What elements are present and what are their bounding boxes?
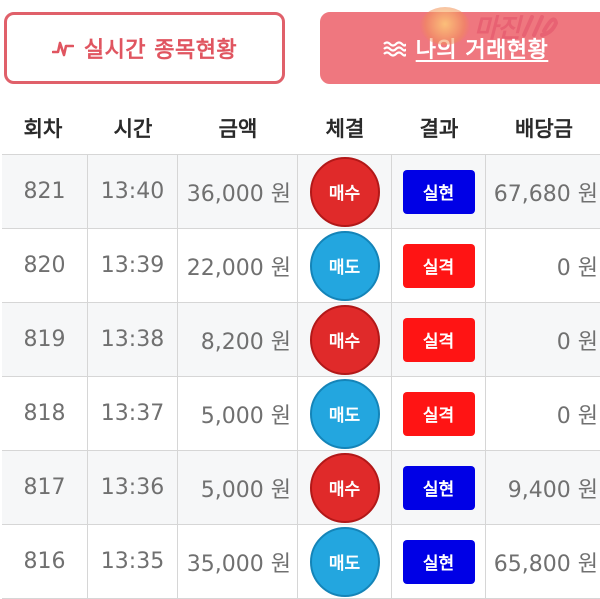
header-round: 회차 [23,117,63,141]
cell-round: 818 [2,377,88,450]
cell-payout: 0 원 [556,255,598,281]
cell-round: 819 [2,303,88,376]
tab-my-trades-label: 나의 거래현황 [415,38,549,63]
cell-result: 실현 [392,525,486,598]
cell-trade: 매도 [298,377,392,450]
cell-result: 실현 [392,451,486,524]
table-row: 816 13:35 35,000 원 매도 실현 65,800 원 [2,525,600,599]
cell-payout: 0 원 [556,329,598,355]
header-time: 시간 [113,117,153,141]
cell-round: 821 [2,155,88,228]
cell-result: 실격 [392,303,486,376]
tab-realtime-status[interactable]: 실시간 종목현황 [4,12,285,84]
trade-buy-badge: 매수 [309,156,380,227]
result-win-badge: 실현 [402,169,475,214]
cell-time: 13:36 [88,451,178,524]
table-row: 819 13:38 8,200 원 매수 실격 0 원 [2,303,600,377]
wave-lines-icon [382,39,406,57]
cell-time: 13:38 [88,303,178,376]
header-payout: 배당금 [515,117,573,141]
pulse-icon [51,38,74,58]
cell-payout: 67,680 원 [493,181,598,207]
cell-round: 816 [2,525,88,598]
trade-sell-badge: 매도 [309,378,380,449]
header-trade: 체결 [325,117,365,141]
cell-time: 13:37 [88,377,178,450]
cell-amount: 5,000 원 [178,377,298,450]
table-row: 817 13:36 5,000 원 매수 실현 9,400 원 [2,451,600,525]
trade-table: 821 13:40 36,000 원 매수 실현 67,680 원 820 13… [2,154,600,599]
trade-sell-badge: 매도 [309,526,380,597]
table-row: 821 13:40 36,000 원 매수 실현 67,680 원 [2,155,600,229]
cell-payout: 0 원 [556,403,598,429]
cell-round: 820 [2,229,88,302]
table-header: 회차 시간 금액 체결 결과 배당금 [0,104,600,152]
cell-result: 실격 [392,229,486,302]
cell-trade: 매도 [298,525,392,598]
cell-trade: 매도 [298,229,392,302]
header-amount: 금액 [218,117,258,141]
header-result: 결과 [419,117,459,141]
cell-result: 실격 [392,377,486,450]
trade-buy-badge: 매수 [309,452,380,523]
cell-time: 13:40 [88,155,178,228]
cell-trade: 매수 [298,451,392,524]
cell-time: 13:39 [88,229,178,302]
table-row: 818 13:37 5,000 원 매도 실격 0 원 [2,377,600,451]
cell-amount: 5,000 원 [178,451,298,524]
cell-trade: 매수 [298,155,392,228]
trade-buy-badge: 매수 [309,304,380,375]
cell-payout: 65,800 원 [493,551,598,577]
cell-amount: 36,000 원 [178,155,298,228]
cell-amount: 8,200 원 [178,303,298,376]
result-lose-badge: 실격 [402,243,475,288]
table-row: 820 13:39 22,000 원 매도 실격 0 원 [2,229,600,303]
result-lose-badge: 실격 [402,317,475,362]
result-win-badge: 실현 [402,539,475,584]
cell-amount: 22,000 원 [178,229,298,302]
cell-trade: 매수 [298,303,392,376]
tab-my-trades[interactable]: 나의 거래현황 [320,12,600,84]
result-lose-badge: 실격 [402,391,475,436]
cell-round: 817 [2,451,88,524]
cell-amount: 35,000 원 [178,525,298,598]
cell-result: 실현 [392,155,486,228]
cell-time: 13:35 [88,525,178,598]
result-win-badge: 실현 [402,465,475,510]
tab-realtime-label: 실시간 종목현황 [83,38,238,63]
cell-payout: 9,400 원 [507,477,598,503]
trade-sell-badge: 매도 [309,230,380,301]
